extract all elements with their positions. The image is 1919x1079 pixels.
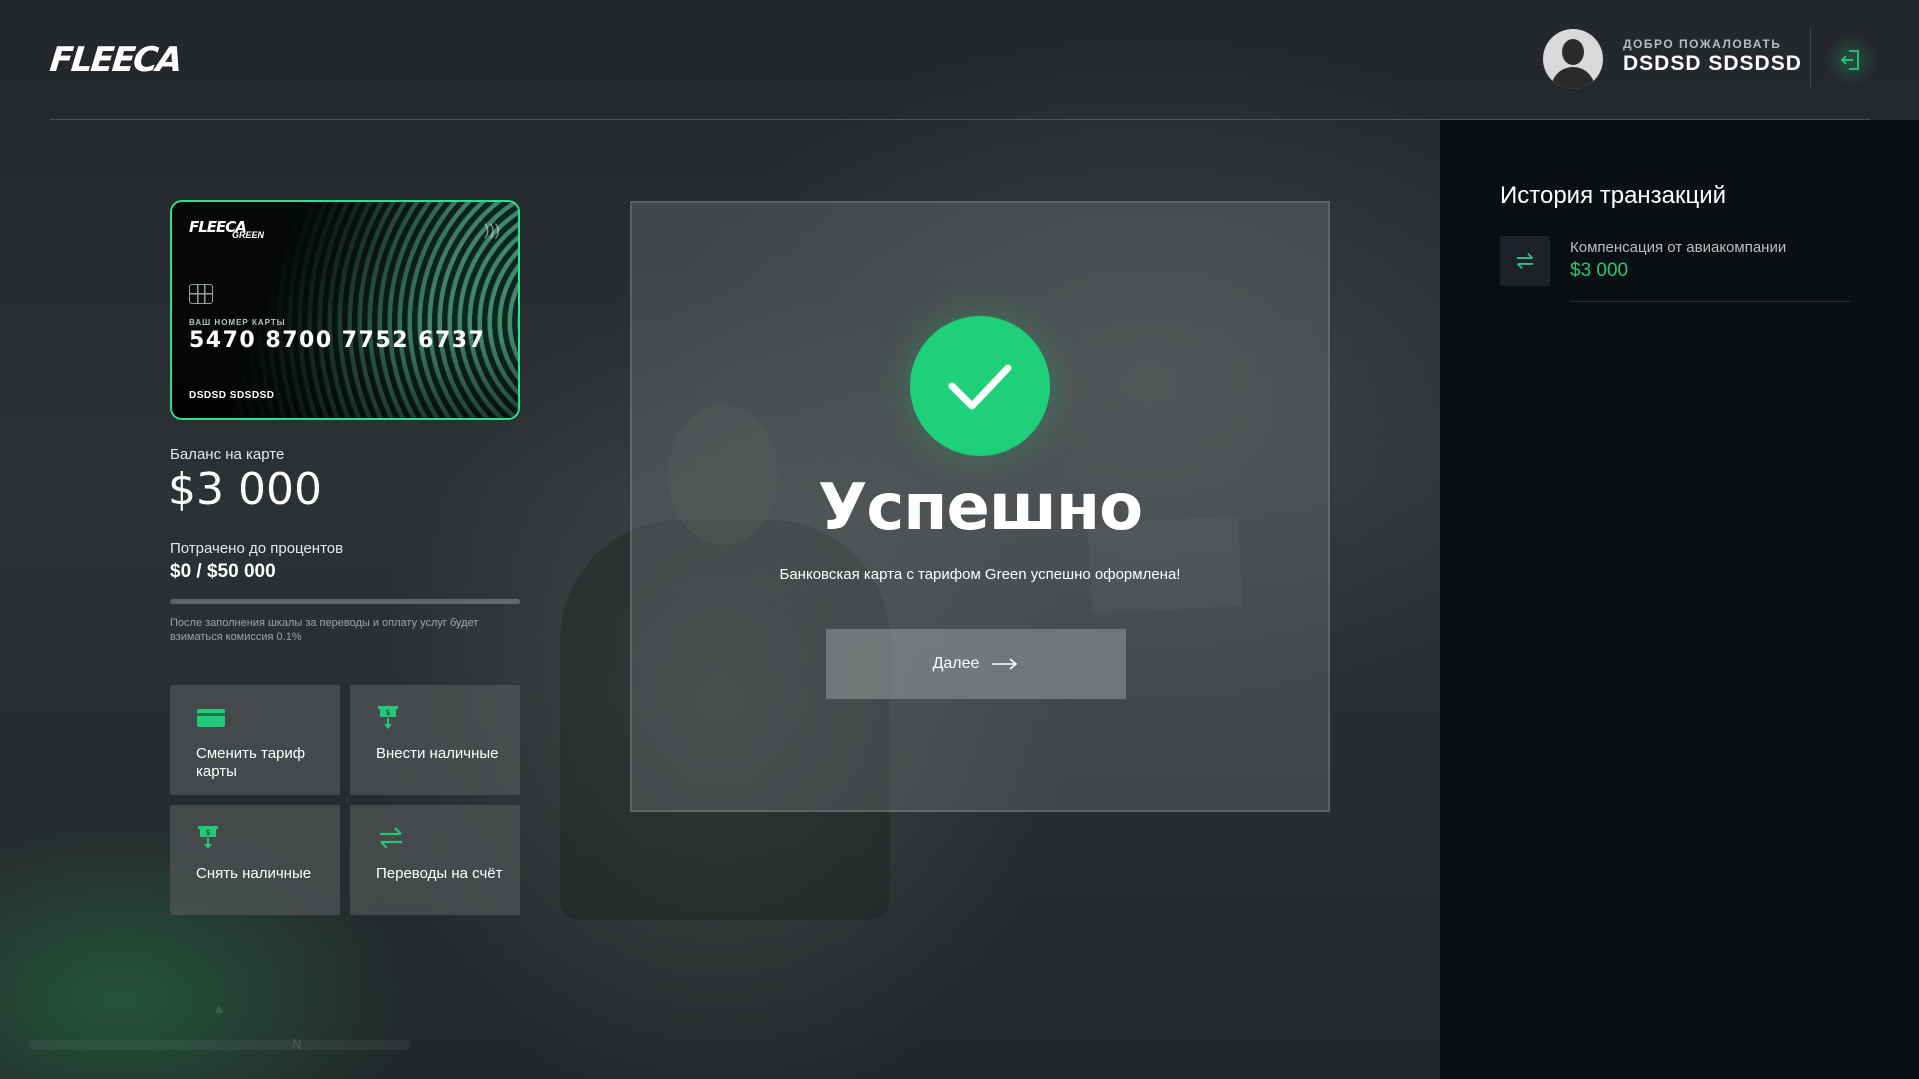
card-icon (197, 709, 225, 727)
next-button[interactable]: Далее (826, 629, 1126, 699)
transaction-item[interactable]: Компенсация от авиакомпании $3 000 (1500, 236, 1850, 302)
history-title: История транзакций (1500, 182, 1727, 209)
next-button-label: Далее (932, 655, 980, 672)
success-modal: Успешно Банковская карта с тарифом Green… (630, 201, 1330, 812)
logout-button[interactable] (1825, 34, 1877, 86)
card-tier: GREEN (232, 230, 265, 240)
tile-label: Внести наличные (376, 745, 499, 762)
transaction-icon-box (1500, 236, 1550, 286)
logout-icon (1840, 50, 1859, 70)
withdraw-cash-button[interactable]: $ Снять наличные (170, 805, 340, 915)
transaction-divider (1570, 301, 1850, 302)
header-divider (1810, 27, 1811, 89)
success-badge (910, 316, 1050, 456)
bank-card: FLEECA GREEN ))) ВАШ НОМЕР КАРТЫ 5470 87… (170, 200, 520, 420)
tile-label: Сменить тариф карты (196, 745, 306, 780)
spending-progress-bar (170, 599, 520, 604)
avatar (1543, 29, 1603, 89)
withdraw-cash-icon: $ (198, 826, 218, 849)
spending-label: Потрачено до процентов (170, 540, 344, 557)
balance-value: $3 000 (168, 464, 322, 515)
card-number-label: ВАШ НОМЕР КАРТЫ (189, 318, 286, 327)
transfer-icon (380, 827, 402, 849)
background-minimap (30, 1040, 410, 1050)
background-arrow-icon: ▲ (212, 1000, 226, 1016)
svg-text:$: $ (205, 828, 210, 837)
transaction-history-panel: История транзакций Компенсация от авиако… (1440, 120, 1919, 1079)
balance-label: Баланс на карте (170, 446, 285, 463)
deposit-cash-icon: $ (378, 706, 398, 729)
tile-label: Снять наличные (196, 865, 312, 882)
svg-text:$: $ (385, 708, 390, 717)
contactless-icon: ))) (484, 222, 500, 239)
background-compass-icon: N (292, 1038, 302, 1053)
commission-note: После заполнения шкалы за переводы и опл… (170, 617, 479, 643)
checkmark-icon (948, 364, 1012, 410)
transaction-title: Компенсация от авиакомпании (1570, 239, 1787, 256)
success-title: Успешно (817, 471, 1143, 545)
card-holder: DSDSD SDSDSD (189, 390, 275, 401)
deposit-cash-button[interactable]: $ Внести наличные (350, 685, 520, 795)
fleeca-logo: FLEECA (47, 40, 183, 80)
tile-label: Переводы на счёт (376, 865, 503, 882)
spending-value: $0 / $50 000 (170, 561, 276, 582)
username: DSDSD SDSDSD (1623, 52, 1802, 75)
change-tariff-button[interactable]: Сменить тариф карты (170, 685, 340, 795)
arrow-right-icon (992, 658, 1018, 670)
transfers-button[interactable]: Переводы на счёт (350, 805, 520, 915)
welcome-label: ДОБРО ПОЖАЛОВАТЬ (1623, 37, 1782, 51)
transaction-amount: $3 000 (1570, 260, 1629, 281)
card-number: 5470 8700 7752 6737 (189, 328, 486, 353)
header: FLEECA ДОБРО ПОЖАЛОВАТЬ DSDSD SDSDSD (0, 0, 1919, 120)
chip-icon (189, 284, 213, 304)
success-message: Банковская карта с тарифом Green успешно… (779, 566, 1181, 583)
transfer-icon (1516, 253, 1534, 269)
